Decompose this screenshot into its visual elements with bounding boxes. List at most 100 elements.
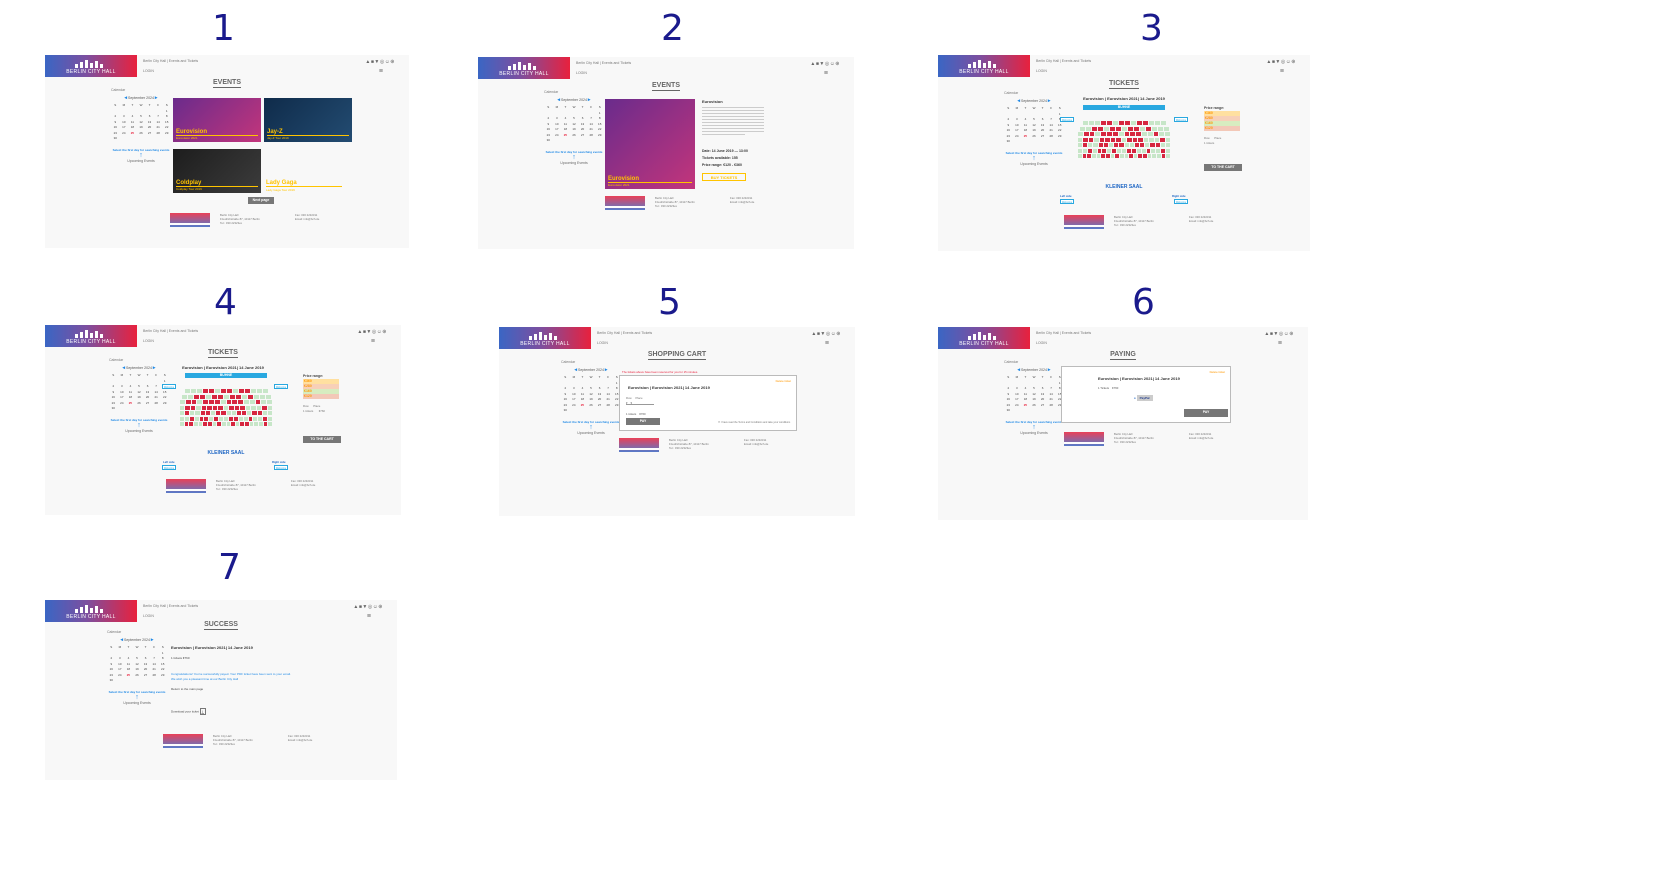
seat-free[interactable] <box>241 394 247 399</box>
event-card-jayz[interactable]: Jay-Z Jay-Z Tour 2019 <box>264 98 352 142</box>
menu-icon[interactable]: ≡ <box>367 613 371 620</box>
to-cart-button[interactable]: TO THE CART <box>1204 164 1242 171</box>
calendar-grid[interactable]: SMTWTFS123456789101112131415161718192021… <box>1004 106 1064 145</box>
seat-free[interactable] <box>1082 121 1088 125</box>
calendar-day[interactable]: 27 <box>595 403 604 409</box>
seat-free[interactable] <box>1151 126 1157 131</box>
login-link[interactable]: LOGIN <box>143 69 154 73</box>
prev-month-icon[interactable]: ◂ <box>125 95 128 101</box>
right-side-button[interactable]: Welcome <box>274 465 288 470</box>
upcoming-link[interactable]: Upcoming Events <box>1004 431 1064 435</box>
calendar-day[interactable]: 24 <box>570 403 579 409</box>
logo[interactable]: BERLIN CITY HALL <box>938 327 1030 349</box>
calendar-day[interactable]: 28 <box>152 401 161 407</box>
prev-month-icon[interactable]: ◂ <box>121 637 124 643</box>
seat-free[interactable] <box>193 422 198 426</box>
seat-free[interactable] <box>180 405 185 410</box>
seat-free[interactable] <box>1152 154 1157 158</box>
calendar-day[interactable]: 24 <box>1013 134 1022 140</box>
seat-free[interactable] <box>1077 154 1082 158</box>
calendar-day[interactable]: 25 <box>561 133 570 139</box>
seat-map[interactable] <box>179 389 273 428</box>
seat-free[interactable] <box>1139 126 1145 131</box>
seat-free[interactable] <box>1160 121 1166 125</box>
calendar-day[interactable]: 30 <box>1004 408 1013 414</box>
seat-free[interactable] <box>1082 148 1087 153</box>
to-cart-button[interactable]: TO THE CART <box>303 436 341 443</box>
calendar-day[interactable]: 25 <box>1021 403 1030 409</box>
seat-free[interactable] <box>214 389 220 393</box>
seat-free[interactable] <box>221 422 226 426</box>
calendar-day[interactable]: 28 <box>587 133 596 139</box>
seat-free[interactable] <box>1141 132 1147 136</box>
calendar-day[interactable]: 24 <box>118 401 127 407</box>
seat-free[interactable] <box>223 405 229 410</box>
seat-free[interactable] <box>249 422 254 426</box>
calendar-day[interactable]: 25 <box>128 131 137 137</box>
seat-free[interactable] <box>1094 137 1099 142</box>
seat-free[interactable] <box>194 416 199 421</box>
login-link[interactable]: LOGIN <box>1036 341 1047 345</box>
seat-free[interactable] <box>226 422 231 426</box>
calendar-day[interactable]: 29 <box>158 673 167 679</box>
seat-free[interactable] <box>1151 148 1156 153</box>
seat-free[interactable] <box>1078 137 1083 142</box>
seat-free[interactable] <box>1124 143 1129 147</box>
seat-free[interactable] <box>1148 121 1154 125</box>
menu-icon[interactable]: ≡ <box>379 68 383 75</box>
calendar-day[interactable]: 25 <box>578 403 587 409</box>
seat-free[interactable] <box>1117 148 1122 153</box>
calendar-day[interactable]: 30 <box>561 408 570 414</box>
seat-free[interactable] <box>190 389 196 393</box>
seat-free[interactable] <box>1088 143 1093 147</box>
seat-free[interactable] <box>1166 154 1171 158</box>
login-link[interactable]: LOGIN <box>597 341 608 345</box>
seat-free[interactable] <box>1092 148 1097 153</box>
event-card-coldplay[interactable]: Coldplay Coldplay Tour 2019 <box>173 149 261 193</box>
logo[interactable]: BERLIN CITY HALL <box>478 57 570 79</box>
row-select[interactable]: ▾ ▾ <box>626 401 654 405</box>
seat-free[interactable] <box>249 400 255 404</box>
seat-free[interactable] <box>1149 137 1154 142</box>
calendar-day[interactable]: 28 <box>1047 134 1056 140</box>
seat-free[interactable] <box>1088 121 1094 125</box>
seat-free[interactable] <box>198 422 203 426</box>
return-main-link[interactable]: Return to the main page <box>171 687 203 692</box>
prev-month-icon[interactable]: ◂ <box>1018 367 1021 373</box>
seat-free[interactable] <box>247 411 252 415</box>
logo[interactable]: BERLIN CITY HALL <box>45 55 137 77</box>
seat-free[interactable] <box>184 416 189 421</box>
paypal-radio[interactable]: ● PayPal <box>1134 395 1153 401</box>
calendar-day[interactable]: 29 <box>162 131 171 137</box>
terms-checkbox[interactable]: ☐ I have read the Terms and Conditions a… <box>718 421 790 424</box>
seat-free[interactable] <box>1166 148 1170 153</box>
social-icons[interactable]: ▲■▼◎☺⊕ <box>1266 59 1296 65</box>
seat-free[interactable] <box>265 394 271 399</box>
calendar-day[interactable]: 30 <box>544 138 553 144</box>
right-side-button[interactable]: Welcome <box>1174 199 1188 204</box>
menu-icon[interactable]: ≡ <box>371 338 375 345</box>
calendar-day[interactable]: 30 <box>1004 139 1013 145</box>
seat-free[interactable] <box>1124 154 1129 158</box>
calendar-day[interactable]: 26 <box>135 401 144 407</box>
seat-free[interactable] <box>209 416 214 421</box>
seat-free[interactable] <box>212 422 217 426</box>
seat-free[interactable] <box>1122 148 1126 153</box>
calendar-day[interactable]: 30 <box>109 406 118 412</box>
next-month-icon[interactable]: ▸ <box>151 637 154 643</box>
calendar-day[interactable]: 27 <box>141 673 150 679</box>
seat-free[interactable] <box>268 422 273 426</box>
seat-free[interactable] <box>1154 121 1160 125</box>
paypal-button[interactable]: PayPal <box>1136 395 1153 401</box>
calendar-day[interactable]: 24 <box>120 131 129 137</box>
seat-free[interactable] <box>253 394 259 399</box>
seat-free[interactable] <box>1077 143 1083 147</box>
seat-free[interactable] <box>1165 132 1170 136</box>
seat-free[interactable] <box>262 389 268 393</box>
seat-free[interactable] <box>1103 126 1109 131</box>
left-side-button[interactable]: Welcome <box>1060 199 1074 204</box>
seat-free[interactable] <box>184 389 190 393</box>
menu-icon[interactable]: ≡ <box>1280 68 1284 75</box>
seat-free[interactable] <box>235 422 240 426</box>
seat-free[interactable] <box>1108 143 1114 147</box>
